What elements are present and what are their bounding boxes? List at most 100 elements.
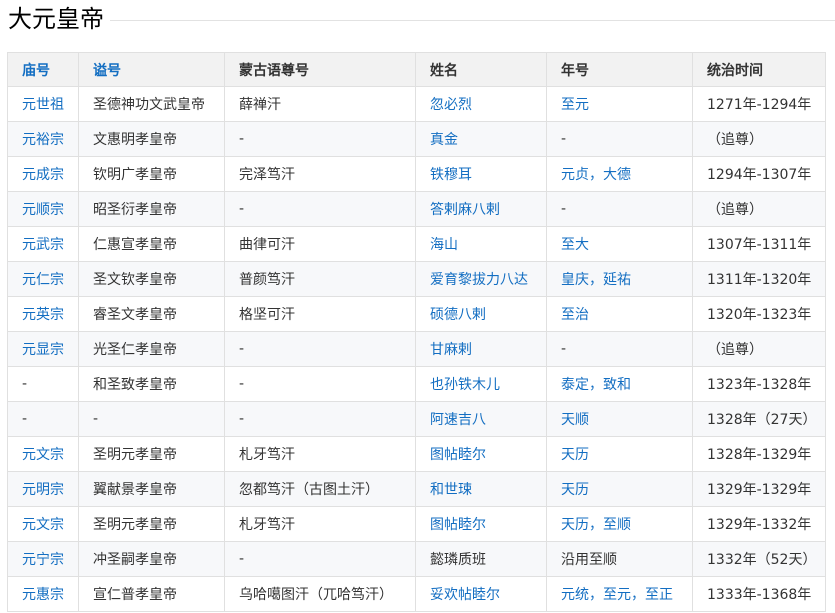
table-row: 元显宗 光圣仁孝皇帝 - 甘麻剌 - （追尊） [7,331,826,367]
table-row: 元成宗 钦明广孝皇帝 完泽笃汗 铁穆耳 元贞，大德 1294年-1307年 [7,156,826,192]
personal-name-cell[interactable]: 和世㻋 [415,471,547,507]
posthumous-name-cell: 昭圣衍孝皇帝 [78,191,225,227]
table-row: 元顺宗 昭圣衍孝皇帝 - 答剌麻八剌 - （追尊） [7,191,826,227]
era-name-cell[interactable]: 元统，至元，至正 [546,576,693,612]
era-name-cell[interactable]: 至治 [546,296,693,332]
temple-name-cell[interactable]: 元显宗 [7,331,79,367]
era-name-cell[interactable]: 天历，至顺 [546,506,693,542]
mongolian-title-cell: 札牙笃汗 [224,506,416,542]
mongolian-title-cell: - [224,401,416,437]
mongolian-title-cell: - [224,121,416,157]
temple-name-cell[interactable]: 元英宗 [7,296,79,332]
personal-name-cell[interactable]: 真金 [415,121,547,157]
table-row: 元裕宗 文惠明孝皇帝 - 真金 - （追尊） [7,121,826,157]
reign-period-cell: 1323年-1328年 [692,366,826,402]
title-divider [8,20,835,21]
era-name-cell[interactable]: 天历 [546,471,693,507]
temple-name-cell[interactable]: 元宁宗 [7,541,79,577]
personal-name-cell[interactable]: 阿速吉八 [415,401,547,437]
era-name-cell[interactable]: 皇庆，延祐 [546,261,693,297]
table-row: 元文宗 圣明元孝皇帝 札牙笃汗 图帖睦尔 天历 1328年-1329年 [7,436,826,472]
temple-name-cell[interactable]: 元顺宗 [7,191,79,227]
temple-name-cell[interactable]: 元世祖 [7,86,79,122]
era-name-cell[interactable]: 泰定，致和 [546,366,693,402]
posthumous-name-cell: 圣德神功文武皇帝 [78,86,225,122]
column-header-reign-period: 统治时间 [692,52,826,87]
reign-period-cell: 1329年-1329年 [692,471,826,507]
posthumous-name-cell: 钦明广孝皇帝 [78,156,225,192]
column-header-posthumous-name[interactable]: 谥号 [78,52,225,87]
posthumous-name-cell: 圣明元孝皇帝 [78,436,225,472]
posthumous-name-cell: 冲圣嗣孝皇帝 [78,541,225,577]
temple-name-cell[interactable]: 元成宗 [7,156,79,192]
posthumous-name-cell: 文惠明孝皇帝 [78,121,225,157]
posthumous-name-cell: 和圣致孝皇帝 [78,366,225,402]
posthumous-name-cell: 圣明元孝皇帝 [78,506,225,542]
reign-period-cell: （追尊） [692,191,826,227]
emperor-table: 庙号 谥号 蒙古语尊号 姓名 年号 统治时间 元世祖 圣德神功文武皇帝 薛禅汗 忽必烈… [7,52,826,612]
personal-name-cell: 懿璘质班 [415,541,547,577]
reign-period-cell: 1271年-1294年 [692,86,826,122]
page-header: 大元皇帝 [0,0,835,44]
reign-period-cell: 1311年-1320年 [692,261,826,297]
column-header-personal-name: 姓名 [415,52,547,87]
reign-period-cell: 1328年（27天） [692,401,826,437]
mongolian-title-cell: - [224,331,416,367]
personal-name-cell[interactable]: 忽必烈 [415,86,547,122]
table-body: 元世祖 圣德神功文武皇帝 薛禅汗 忽必烈 至元 1271年-1294年 元裕宗 文惠明孝皇帝 -… [7,86,826,612]
era-name-cell[interactable]: 天顺 [546,401,693,437]
personal-name-cell[interactable]: 海山 [415,226,547,262]
table-row: - - - 阿速吉八 天顺 1328年（27天） [7,401,826,437]
personal-name-cell[interactable]: 妥欢帖睦尔 [415,576,547,612]
reign-period-cell: 1332年（52天） [692,541,826,577]
reign-period-cell: （追尊） [692,331,826,367]
table-row: 元文宗 圣明元孝皇帝 札牙笃汗 图帖睦尔 天历，至顺 1329年-1332年 [7,506,826,542]
era-name-cell[interactable]: 至元 [546,86,693,122]
table-row: 元世祖 圣德神功文武皇帝 薛禅汗 忽必烈 至元 1271年-1294年 [7,86,826,122]
temple-name-cell[interactable]: 元明宗 [7,471,79,507]
temple-name-cell[interactable]: 元仁宗 [7,261,79,297]
table-row: 元仁宗 圣文钦孝皇帝 普颜笃汗 爱育黎拔力八达 皇庆，延祐 1311年-1320年 [7,261,826,297]
table-row: 元英宗 睿圣文孝皇帝 格坚可汗 硕德八剌 至治 1320年-1323年 [7,296,826,332]
mongolian-title-cell: - [224,191,416,227]
personal-name-cell[interactable]: 答剌麻八剌 [415,191,547,227]
era-name-cell: - [546,191,693,227]
reign-period-cell: 1329年-1332年 [692,506,826,542]
reign-period-cell: 1294年-1307年 [692,156,826,192]
table-header-row: 庙号 谥号 蒙古语尊号 姓名 年号 统治时间 [7,52,826,87]
mongolian-title-cell: - [224,541,416,577]
personal-name-cell[interactable]: 铁穆耳 [415,156,547,192]
personal-name-cell[interactable]: 硕德八剌 [415,296,547,332]
page-title: 大元皇帝 [8,3,110,35]
temple-name-cell[interactable]: 元武宗 [7,226,79,262]
table-row: 元宁宗 冲圣嗣孝皇帝 - 懿璘质班 沿用至顺 1332年（52天） [7,541,826,577]
personal-name-cell[interactable]: 也孙铁木儿 [415,366,547,402]
mongolian-title-cell: 札牙笃汗 [224,436,416,472]
posthumous-name-cell: 光圣仁孝皇帝 [78,331,225,367]
personal-name-cell[interactable]: 图帖睦尔 [415,436,547,472]
personal-name-cell[interactable]: 爱育黎拔力八达 [415,261,547,297]
posthumous-name-cell: 仁惠宣孝皇帝 [78,226,225,262]
era-name-cell[interactable]: 天历 [546,436,693,472]
era-name-cell[interactable]: 至大 [546,226,693,262]
temple-name-cell[interactable]: 元文宗 [7,436,79,472]
temple-name-cell[interactable]: 元文宗 [7,506,79,542]
column-header-era-name: 年号 [546,52,693,87]
personal-name-cell[interactable]: 甘麻剌 [415,331,547,367]
reign-period-cell: （追尊） [692,121,826,157]
mongolian-title-cell: 完泽笃汗 [224,156,416,192]
mongolian-title-cell: 薛禅汗 [224,86,416,122]
column-header-mongolian-title: 蒙古语尊号 [224,52,416,87]
posthumous-name-cell: 宣仁普孝皇帝 [78,576,225,612]
table-row: - 和圣致孝皇帝 - 也孙铁木儿 泰定，致和 1323年-1328年 [7,366,826,402]
reign-period-cell: 1333年-1368年 [692,576,826,612]
posthumous-name-cell: 翼献景孝皇帝 [78,471,225,507]
personal-name-cell[interactable]: 图帖睦尔 [415,506,547,542]
temple-name-cell[interactable]: 元裕宗 [7,121,79,157]
posthumous-name-cell: 圣文钦孝皇帝 [78,261,225,297]
table-row: 元明宗 翼献景孝皇帝 忽都笃汗（古图土汗） 和世㻋 天历 1329年-1329年 [7,471,826,507]
era-name-cell: - [546,331,693,367]
era-name-cell[interactable]: 元贞，大德 [546,156,693,192]
column-header-temple-name[interactable]: 庙号 [7,52,79,87]
temple-name-cell[interactable]: 元惠宗 [7,576,79,612]
